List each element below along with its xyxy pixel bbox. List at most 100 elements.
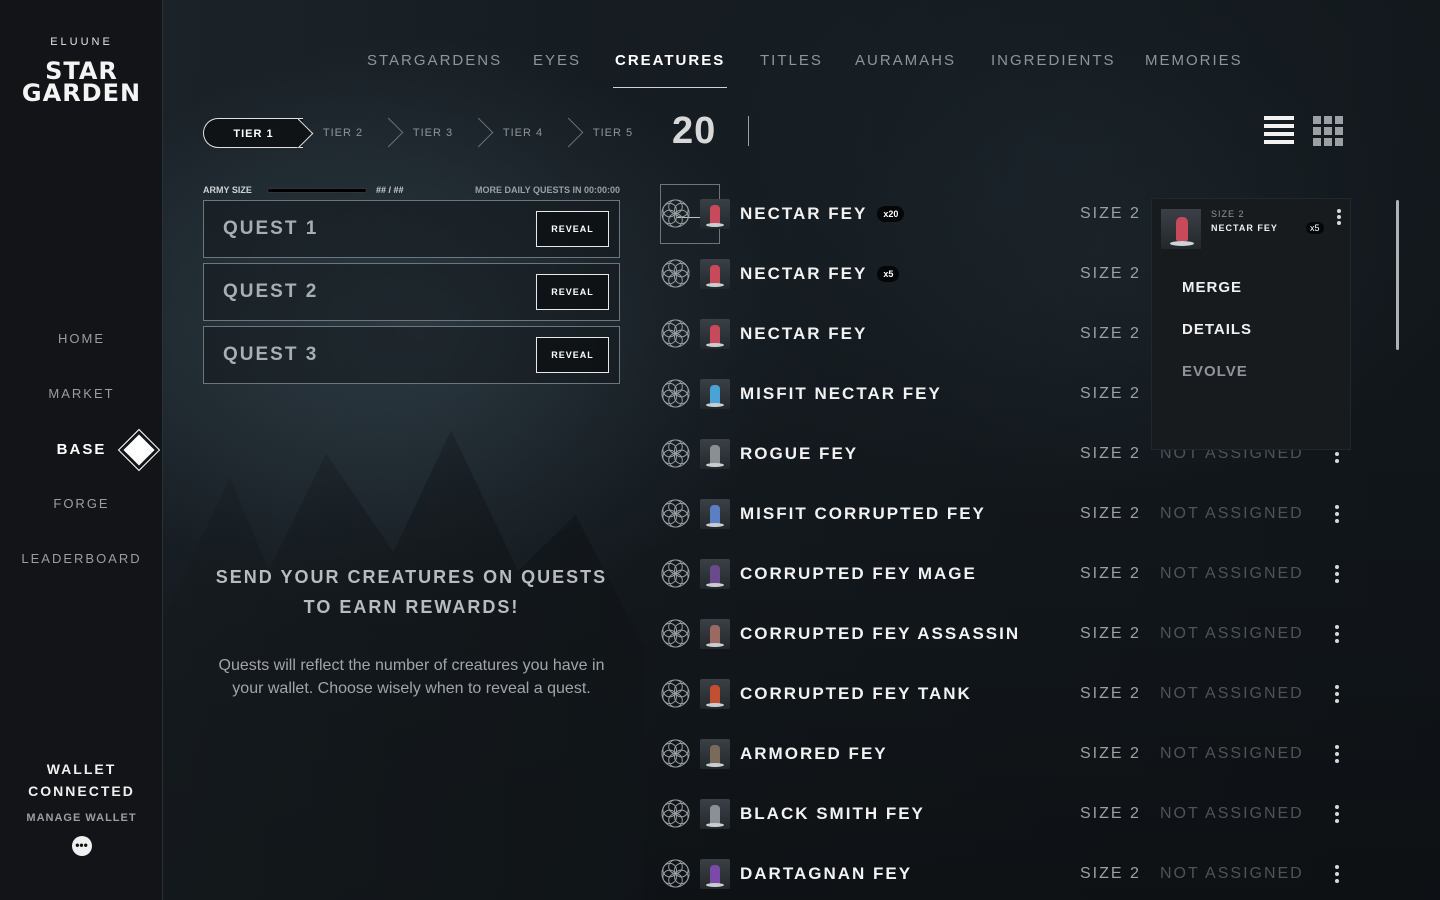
brand-title: STAR GARDEN <box>0 59 163 107</box>
creature-row[interactable]: CORRUPTED FEY TANK SIZE 2 NOT ASSIGNED <box>658 664 1358 724</box>
popup-count-badge: x5 <box>1306 222 1324 234</box>
tier-5[interactable]: TIER 5 <box>563 118 639 148</box>
flower-of-life-icon <box>660 378 691 409</box>
assignment-status: NOT ASSIGNED <box>1160 805 1304 822</box>
menu-merge[interactable]: MERGE <box>1182 279 1242 296</box>
brand-title-line2: GARDEN <box>21 79 142 107</box>
flower-of-life-icon <box>660 498 691 529</box>
vertical-dots-icon[interactable] <box>1334 805 1340 823</box>
creature-row[interactable]: DARTAGNAN FEY SIZE 2 NOT ASSIGNED <box>658 844 1358 900</box>
creature-size: SIZE 2 <box>1080 505 1141 522</box>
menu-evolve[interactable]: EVOLVE <box>1182 363 1248 380</box>
creature-name: ARMORED FEY <box>740 744 888 764</box>
creature-name: BLACK SMITH FEY <box>740 804 925 824</box>
wallet-panel: WALLET CONNECTED MANAGE WALLET ••• <box>0 758 163 856</box>
reveal-button[interactable]: REVEAL <box>536 211 609 247</box>
creature-row[interactable]: BLACK SMITH FEY SIZE 2 NOT ASSIGNED <box>658 784 1358 844</box>
vertical-dots-icon[interactable] <box>1334 565 1340 583</box>
nav-leaderboard[interactable]: LEADERBOARD <box>0 551 163 566</box>
tier-3-label: TIER 3 <box>412 127 454 139</box>
creature-row[interactable]: MISFIT CORRUPTED FEY SIZE 2 NOT ASSIGNED <box>658 484 1358 544</box>
creature-thumbnail <box>700 319 730 349</box>
creature-size: SIZE 2 <box>1080 805 1141 822</box>
quest-card: QUEST 2 REVEAL <box>203 263 620 321</box>
brand-name: ELUUNE <box>50 36 113 48</box>
army-size-progress <box>267 188 367 193</box>
creature-thumbnail <box>700 859 730 889</box>
popup-size: SIZE 2 <box>1211 209 1245 219</box>
quest-name: QUEST 3 <box>223 344 319 365</box>
flower-of-life-icon <box>660 318 691 349</box>
creature-thumbnail <box>700 739 730 769</box>
tab-memories[interactable]: MEMORIES <box>1145 52 1243 69</box>
creature-name-text: CORRUPTED FEY ASSASSIN <box>740 624 1021 643</box>
assignment-status: NOT ASSIGNED <box>1160 625 1304 642</box>
creature-size: SIZE 2 <box>1080 685 1141 702</box>
tier-2[interactable]: TIER 2 <box>293 118 404 148</box>
vertical-dots-icon[interactable] <box>1334 505 1340 523</box>
tab-ingredients[interactable]: INGREDIENTS <box>991 52 1116 69</box>
assignment-status: NOT ASSIGNED <box>1160 745 1304 762</box>
manage-wallet-link[interactable]: MANAGE WALLET <box>0 812 163 824</box>
creature-name: CORRUPTED FEY MAGE <box>740 564 977 584</box>
creature-count: 20 <box>672 110 717 152</box>
menu-details[interactable]: DETAILS <box>1182 321 1252 338</box>
logo[interactable]: ELUUNE STAR GARDEN <box>0 36 163 107</box>
creature-name-text: DARTAGNAN FEY <box>740 864 913 883</box>
list-view-icon[interactable] <box>1264 116 1294 146</box>
tier-1[interactable]: TIER 1 <box>203 118 314 148</box>
count-divider <box>748 116 749 146</box>
creature-size: SIZE 2 <box>1080 205 1141 222</box>
grid-view-icon[interactable] <box>1313 116 1343 146</box>
quest-name: QUEST 2 <box>223 281 319 302</box>
list-scrollbar[interactable] <box>1396 200 1399 350</box>
flower-of-life-icon <box>660 678 691 709</box>
assignment-status: NOT ASSIGNED <box>1160 865 1304 882</box>
army-size-ratio: ## / ## <box>376 185 404 195</box>
nav-market[interactable]: MARKET <box>0 386 163 401</box>
tab-stargardens[interactable]: STARGARDENS <box>367 52 502 69</box>
assignment-status: NOT ASSIGNED <box>1160 505 1304 522</box>
creature-row[interactable]: CORRUPTED FEY MAGE SIZE 2 NOT ASSIGNED <box>658 544 1358 604</box>
creature-thumbnail <box>700 439 730 469</box>
creature-size: SIZE 2 <box>1080 745 1141 762</box>
quest-name: QUEST 1 <box>223 218 319 239</box>
reveal-button[interactable]: REVEAL <box>536 337 609 373</box>
creature-name-text: BLACK SMITH FEY <box>740 804 925 823</box>
creature-size: SIZE 2 <box>1080 625 1141 642</box>
creature-row[interactable]: CORRUPTED FEY ASSASSIN SIZE 2 NOT ASSIGNED <box>658 604 1358 664</box>
reveal-button[interactable]: REVEAL <box>536 274 609 310</box>
vertical-dots-icon[interactable] <box>1334 625 1340 643</box>
tier-3[interactable]: TIER 3 <box>383 118 494 148</box>
creature-name: MISFIT CORRUPTED FEY <box>740 504 986 524</box>
creature-name: NECTAR FEY x20 <box>740 204 905 224</box>
vertical-dots-icon[interactable] <box>1334 865 1340 883</box>
flower-of-life-icon <box>660 258 691 289</box>
tab-titles[interactable]: TITLES <box>760 52 823 69</box>
vertical-dots-icon[interactable] <box>1337 209 1342 225</box>
tab-eyes[interactable]: EYES <box>533 52 581 69</box>
flower-of-life-icon <box>660 558 691 589</box>
wallet-status: WALLET CONNECTED <box>0 758 163 802</box>
creature-name-text: MISFIT NECTAR FEY <box>740 384 942 403</box>
assignment-status: NOT ASSIGNED <box>1160 565 1304 582</box>
creature-name-text: NECTAR FEY <box>740 324 868 343</box>
creature-size: SIZE 2 <box>1080 325 1141 342</box>
creature-name-text: ARMORED FEY <box>740 744 888 763</box>
vertical-dots-icon[interactable] <box>1334 745 1340 763</box>
vertical-dots-icon[interactable] <box>1334 685 1340 703</box>
creature-thumbnail <box>700 259 730 289</box>
flower-of-life-icon <box>660 438 691 469</box>
tier-4[interactable]: TIER 4 <box>473 118 584 148</box>
nav-forge[interactable]: FORGE <box>0 496 163 511</box>
flower-of-life-icon <box>660 858 691 889</box>
diamond-icon <box>117 428 161 472</box>
creature-size: SIZE 2 <box>1080 265 1141 282</box>
creature-thumbnail <box>700 499 730 529</box>
tab-creatures[interactable]: CREATURES <box>612 52 728 88</box>
creature-thumbnail <box>700 619 730 649</box>
nav-home[interactable]: HOME <box>0 331 163 346</box>
creature-row[interactable]: ARMORED FEY SIZE 2 NOT ASSIGNED <box>658 724 1358 784</box>
tab-auramahs[interactable]: AURAMAHS <box>855 52 956 69</box>
wallet-menu-icon[interactable]: ••• <box>71 836 92 856</box>
